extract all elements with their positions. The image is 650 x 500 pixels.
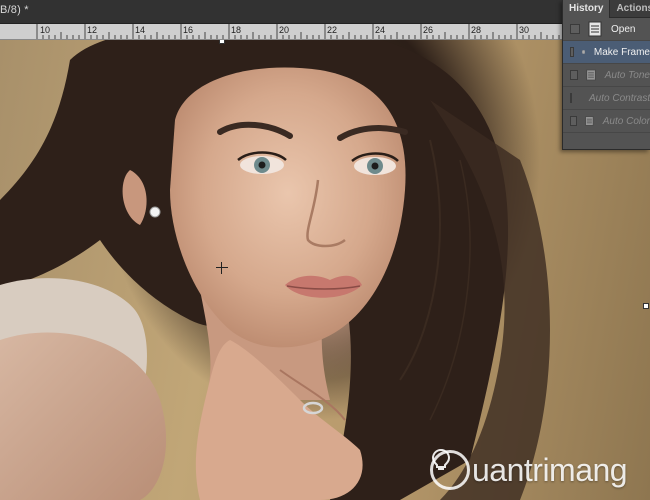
watermark: uantrimang — [430, 448, 628, 492]
selection-handle-top[interactable] — [219, 40, 225, 44]
history-item[interactable]: Make Frame — [563, 41, 650, 64]
history-snapshot-checkbox[interactable] — [570, 93, 572, 103]
history-snapshot-checkbox[interactable] — [570, 116, 577, 126]
crosshair-cursor-icon — [216, 262, 228, 274]
image-canvas[interactable]: uantrimang — [0, 40, 650, 500]
document-title: B/8) * — [0, 4, 29, 16]
horizontal-ruler[interactable]: 10 12 14 16 18 20 22 24 26 28 30 — [0, 24, 650, 40]
ruler-label: 24 — [375, 25, 386, 35]
history-snapshot-checkbox[interactable] — [570, 70, 578, 80]
history-item-label: Auto Contrast — [589, 92, 650, 104]
ruler-ticks — [36, 24, 650, 39]
ruler-label: 14 — [135, 25, 146, 35]
tab-history[interactable]: History — [563, 0, 610, 18]
history-item-label: Auto Tone — [604, 69, 650, 81]
history-item-label: Open — [611, 23, 636, 35]
document-icon — [588, 21, 602, 37]
portrait-photo — [0, 40, 550, 500]
history-item[interactable]: Open — [563, 18, 650, 41]
lightbulb-icon — [430, 448, 470, 490]
history-item[interactable]: Auto Color — [563, 110, 650, 133]
ruler-label: 18 — [231, 25, 242, 35]
document-icon — [586, 69, 596, 81]
panel-tabs: History Actions — [563, 0, 650, 18]
history-item[interactable]: Auto Tone — [563, 64, 650, 87]
history-panel[interactable]: History Actions Open Make Frame Auto Ton… — [562, 0, 650, 150]
ruler-label: 20 — [279, 25, 290, 35]
ruler-label: 26 — [423, 25, 434, 35]
ruler-label: 12 — [87, 25, 98, 35]
ruler-label: 10 — [40, 25, 51, 35]
history-item[interactable]: Auto Contrast — [563, 87, 650, 110]
ruler-label: 22 — [327, 25, 338, 35]
history-snapshot-checkbox[interactable] — [570, 24, 580, 34]
document-icon — [581, 50, 585, 54]
document-icon — [585, 116, 594, 126]
selection-handle-right[interactable] — [643, 303, 649, 309]
history-item-label: Make Frame — [593, 46, 650, 58]
history-item-label: Auto Color — [602, 115, 650, 127]
document-tab[interactable]: B/8) * — [0, 0, 650, 24]
ruler-label: 16 — [183, 25, 194, 35]
watermark-text: uantrimang — [472, 451, 628, 488]
ruler-label: 28 — [471, 25, 482, 35]
tab-actions[interactable]: Actions — [609, 0, 650, 18]
ruler-label: 30 — [519, 25, 530, 35]
history-snapshot-checkbox[interactable] — [570, 47, 574, 57]
